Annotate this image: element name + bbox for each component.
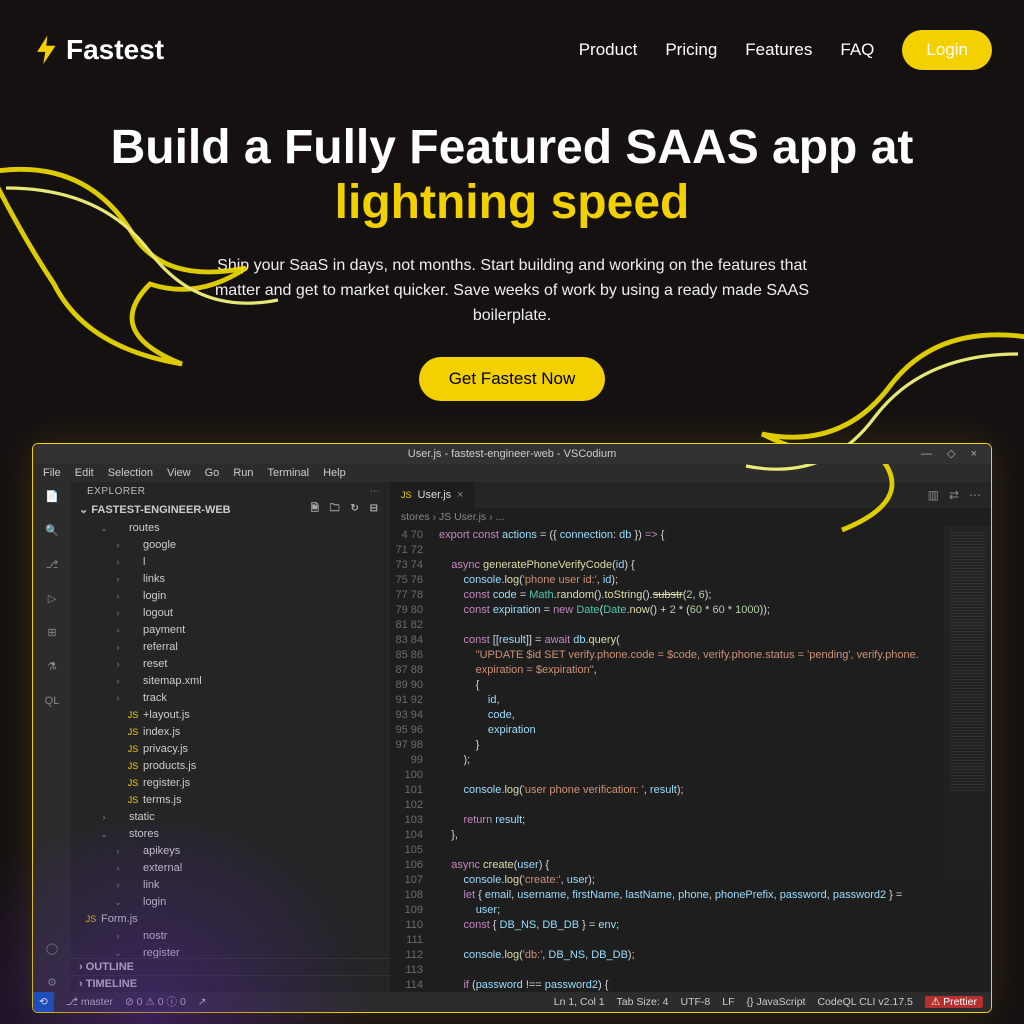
tree-item-link[interactable]: ›link <box>71 877 390 894</box>
tree-item-register[interactable]: ⌄register <box>71 945 390 958</box>
explorer-title: EXPLORER <box>87 486 145 497</box>
nav-faq[interactable]: FAQ <box>840 40 874 60</box>
tree-item-payment[interactable]: ›payment <box>71 622 390 639</box>
activity-bar[interactable]: 📄 🔍 ⎇ ▷ ⊞ ⚗ QL ◯ ⚙ <box>33 482 71 992</box>
remote-icon[interactable]: ⟲ <box>33 992 54 1012</box>
editor-pane: JSUser.js× ▥ ⇄ ⋯ stores › JS User.js › .… <box>391 482 991 992</box>
tree-item-stores[interactable]: ⌄stores <box>71 826 390 843</box>
menu-help[interactable]: Help <box>323 467 346 479</box>
nav-product[interactable]: Product <box>579 40 638 60</box>
project-toolbar[interactable]: 🗎 🗀 ↻ ⊟ <box>311 501 382 518</box>
explorer-sidebar: EXPLORER ⋯ ⌄ FASTEST-ENGINEER-WEB 🗎 🗀 ↻ … <box>71 482 391 992</box>
editor-tabs: JSUser.js× ▥ ⇄ ⋯ <box>391 482 991 508</box>
tree-item-sitemap-xml[interactable]: ›sitemap.xml <box>71 673 390 690</box>
tab-user-js[interactable]: JSUser.js× <box>391 482 475 508</box>
tree-item-l[interactable]: ›l <box>71 554 390 571</box>
problems[interactable]: ⊘ 0 ⚠ 0 ⓘ 0 <box>125 994 186 1009</box>
tree-item-links[interactable]: ›links <box>71 571 390 588</box>
tree-item-track[interactable]: ›track <box>71 690 390 707</box>
hero-heading-accent: lightning speed <box>335 176 690 229</box>
ql-icon[interactable]: QL <box>43 692 61 710</box>
hero-sub: Ship your SaaS in days, not months. Star… <box>212 254 812 328</box>
nav-pricing[interactable]: Pricing <box>665 40 717 60</box>
tree-item-apikeys[interactable]: ›apikeys <box>71 843 390 860</box>
git-branch[interactable]: ⎇ master <box>66 996 113 1008</box>
site-header: Fastest Product Pricing Features FAQ Log… <box>0 0 1024 70</box>
more-icon[interactable]: ⋯ <box>969 488 981 502</box>
status-bar[interactable]: ⟲ ⎇ master ⊘ 0 ⚠ 0 ⓘ 0 ↗ Ln 1, Col 1 Tab… <box>33 992 991 1012</box>
menu-file[interactable]: File <box>43 467 61 479</box>
tab-label: User.js <box>418 489 452 501</box>
files-icon[interactable]: 📄 <box>43 488 61 506</box>
tree-item-routes[interactable]: ⌄routes <box>71 520 390 537</box>
tree-item--layout-js[interactable]: JS+layout.js <box>71 707 390 724</box>
menu-view[interactable]: View <box>167 467 191 479</box>
tree-item-terms-js[interactable]: JSterms.js <box>71 792 390 809</box>
tree-item-form-js[interactable]: JSForm.js <box>71 911 390 928</box>
tree-item-static[interactable]: ›static <box>71 809 390 826</box>
code-content[interactable]: export const actions = ({ connection: db… <box>433 526 943 992</box>
gear-icon[interactable]: ⚙ <box>43 974 61 992</box>
eol[interactable]: LF <box>722 996 734 1008</box>
menu-edit[interactable]: Edit <box>75 467 94 479</box>
prettier-badge[interactable]: ⚠ Prettier <box>925 996 983 1008</box>
minimap[interactable] <box>943 526 991 992</box>
window-title: User.js - fastest-engineer-web - VSCodiu… <box>408 448 616 460</box>
hero: Build a Fully Featured SAAS app at light… <box>0 70 1024 411</box>
bolt-icon <box>32 33 62 67</box>
menu-run[interactable]: Run <box>233 467 253 479</box>
toggle-icon[interactable]: ⇄ <box>949 488 959 502</box>
tree-item-products-js[interactable]: JSproducts.js <box>71 758 390 775</box>
tree-item-register-js[interactable]: JSregister.js <box>71 775 390 792</box>
code-area[interactable]: 4 70 71 72 73 74 75 76 77 78 79 80 81 82… <box>391 526 991 992</box>
menu-terminal[interactable]: Terminal <box>268 467 310 479</box>
tab-size[interactable]: Tab Size: 4 <box>617 996 669 1008</box>
window-controls[interactable]: — ◇ × <box>921 447 983 460</box>
nav-features[interactable]: Features <box>745 40 812 60</box>
tree-item-google[interactable]: ›google <box>71 537 390 554</box>
project-header[interactable]: ⌄ FASTEST-ENGINEER-WEB 🗎 🗀 ↻ ⊟ <box>71 499 390 520</box>
tree-item-index-js[interactable]: JSindex.js <box>71 724 390 741</box>
language-mode[interactable]: {} JavaScript <box>747 996 806 1008</box>
tree-item-referral[interactable]: ›referral <box>71 639 390 656</box>
beaker-icon[interactable]: ⚗ <box>43 658 61 676</box>
git-icon[interactable]: ⎇ <box>43 556 61 574</box>
window-titlebar: User.js - fastest-engineer-web - VSCodiu… <box>33 444 991 464</box>
breadcrumb[interactable]: stores › JS User.js › ... <box>391 508 991 526</box>
file-tree[interactable]: ⌄routes›google›l›links›login›logout›paym… <box>71 520 390 958</box>
menu-go[interactable]: Go <box>205 467 220 479</box>
search-icon[interactable]: 🔍 <box>43 522 61 540</box>
encoding[interactable]: UTF-8 <box>681 996 711 1008</box>
debug-icon[interactable]: ▷ <box>43 590 61 608</box>
tree-item-nostr[interactable]: ›nostr <box>71 928 390 945</box>
line-gutter: 4 70 71 72 73 74 75 76 77 78 79 80 81 82… <box>391 526 433 992</box>
outline-section[interactable]: › OUTLINE <box>71 958 390 975</box>
timeline-section[interactable]: › TIMELINE <box>71 975 390 992</box>
menu-selection[interactable]: Selection <box>108 467 153 479</box>
codeql[interactable]: CodeQL CLI v2.17.5 <box>817 996 912 1008</box>
main-nav: Product Pricing Features FAQ Login <box>579 30 992 70</box>
tree-item-reset[interactable]: ›reset <box>71 656 390 673</box>
account-icon[interactable]: ◯ <box>43 940 61 958</box>
tree-item-login[interactable]: ›login <box>71 588 390 605</box>
project-name: FASTEST-ENGINEER-WEB <box>91 504 230 516</box>
tree-item-external[interactable]: ›external <box>71 860 390 877</box>
extensions-icon[interactable]: ⊞ <box>43 624 61 642</box>
split-icon[interactable]: ▥ <box>928 488 939 502</box>
cursor-pos[interactable]: Ln 1, Col 1 <box>554 996 605 1008</box>
explorer-more-icon[interactable]: ⋯ <box>370 486 381 497</box>
tree-item-login[interactable]: ⌄login <box>71 894 390 911</box>
cta-button[interactable]: Get Fastest Now <box>419 357 606 401</box>
hero-heading-line1: Build a Fully Featured SAAS app at <box>111 121 914 174</box>
close-icon[interactable]: × <box>457 489 463 501</box>
hero-heading: Build a Fully Featured SAAS app at light… <box>40 120 984 230</box>
tree-item-logout[interactable]: ›logout <box>71 605 390 622</box>
ports-icon[interactable]: ↗ <box>198 996 207 1008</box>
brand-logo[interactable]: Fastest <box>32 33 164 67</box>
ide-screenshot: User.js - fastest-engineer-web - VSCodiu… <box>32 443 992 1013</box>
tree-item-privacy-js[interactable]: JSprivacy.js <box>71 741 390 758</box>
menu-bar[interactable]: File Edit Selection View Go Run Terminal Help <box>33 464 991 482</box>
brand-name: Fastest <box>66 34 164 66</box>
login-button[interactable]: Login <box>902 30 992 70</box>
